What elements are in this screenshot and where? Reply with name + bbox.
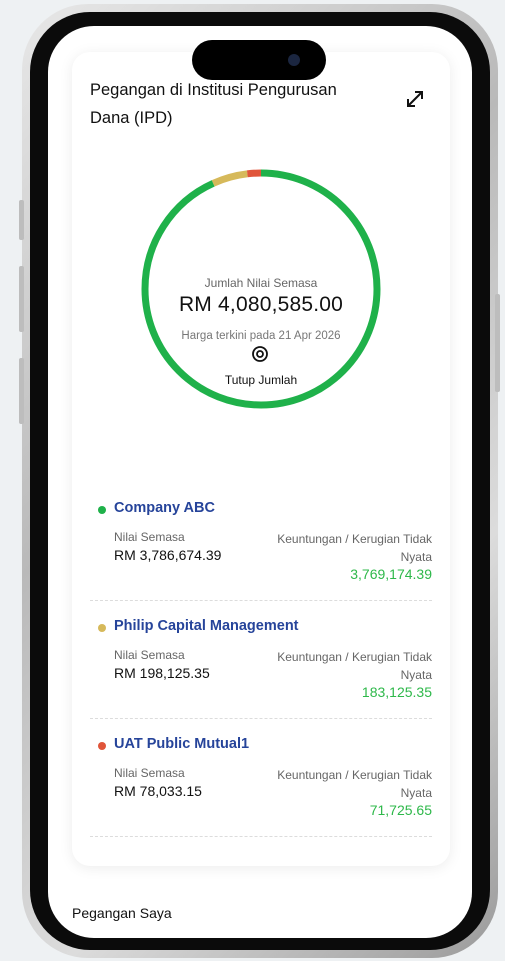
current-value-label: Nilai Semasa <box>114 530 185 544</box>
total-value: RM 4,080,585.00 <box>178 293 344 316</box>
eye-icon[interactable] <box>249 346 271 362</box>
unrealized-pl-value: 71,725.65 <box>369 802 432 818</box>
series-dot <box>98 624 106 632</box>
holding-name[interactable]: UAT Public Mutual1 <box>114 736 249 752</box>
unrealized-pl-value: 183,125.35 <box>361 684 432 700</box>
series-dot <box>98 742 106 750</box>
volume-button <box>19 200 24 240</box>
unrealized-pl-label: Keuntungan / Kerugian Tidak Nyata <box>277 768 432 800</box>
unrealized-pl-label: Keuntungan / Kerugian Tidak Nyata <box>277 532 432 564</box>
camera-icon <box>288 54 300 66</box>
hide-total-button[interactable]: Tutup Jumlah <box>142 373 380 387</box>
holding-name[interactable]: Company ABC <box>114 500 215 516</box>
unrealized-pl-value: 3,769,174.39 <box>350 566 432 582</box>
current-value: RM 198,125.35 <box>114 665 210 681</box>
holding-header: UAT Public Mutual1 <box>90 736 432 754</box>
unrealized-pl-label: Keuntungan / Kerugian Tidak Nyata <box>277 650 432 682</box>
holding-name[interactable]: Philip Capital Management <box>114 618 299 634</box>
holding-header: Philip Capital Management <box>90 618 432 636</box>
ipd-holdings-card: Pegangan di Institusi Pengurusan Dana (I… <box>72 52 450 866</box>
volume-down-button <box>19 358 24 424</box>
volume-up-button <box>19 266 24 332</box>
current-value-label: Nilai Semasa <box>114 766 185 780</box>
current-value-label: Nilai Semasa <box>114 648 185 662</box>
divider <box>90 600 432 601</box>
price-date-text: Harga terkini pada 21 Apr 2026 <box>181 330 341 342</box>
power-button <box>495 294 500 392</box>
total-value-label: Jumlah Nilai Semasa <box>204 276 318 290</box>
card-title: Pegangan di Institusi Pengurusan Dana (I… <box>90 81 337 127</box>
series-dot <box>98 506 106 514</box>
expand-arrows-icon[interactable] <box>402 86 428 112</box>
my-holdings-section-label: Pegangan Saya <box>72 905 172 921</box>
divider <box>90 836 432 837</box>
current-value: RM 78,033.15 <box>114 783 202 799</box>
holding-header: Company ABC <box>90 500 432 518</box>
divider <box>90 718 432 719</box>
current-value: RM 3,786,674.39 <box>114 547 222 563</box>
dynamic-island <box>192 40 326 80</box>
